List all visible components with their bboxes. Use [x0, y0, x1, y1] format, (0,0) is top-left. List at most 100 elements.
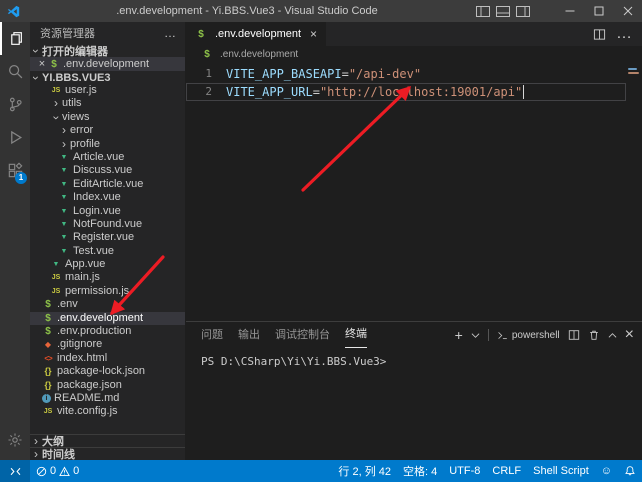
tree-item-.gitignore[interactable]: ◆.gitignore [30, 338, 185, 351]
close-panel-icon[interactable]: × [625, 326, 634, 344]
tree-item-.env.production[interactable]: $.env.production [30, 325, 185, 338]
tree-item-Discuss.vue[interactable]: ▼Discuss.vue [30, 164, 185, 177]
title-bar: .env.development - Yi.BBS.Vue3 - Visual … [0, 0, 642, 22]
close-icon[interactable]: × [36, 58, 48, 70]
tree-item-label: App.vue [65, 258, 105, 271]
kill-terminal-trash-icon[interactable] [588, 329, 600, 341]
error-count: 0 [50, 465, 56, 477]
vue-icon: ▼ [58, 191, 70, 204]
terminal-profile-powershell[interactable]: powershell [497, 330, 560, 341]
breadcrumb[interactable]: $ .env.development [186, 46, 642, 62]
code-editor[interactable]: 1VITE_APP_BASEAPI="/api-dev"2VITE_APP_UR… [186, 62, 642, 321]
code-token: VITE_APP_URL [226, 83, 313, 101]
panel-tab-终端[interactable]: 终端 [345, 322, 367, 348]
tree-item-Login.vue[interactable]: ▼Login.vue [30, 205, 185, 218]
tree-item-README.md[interactable]: iREADME.md [30, 392, 185, 405]
tab-label: .env.development [215, 28, 301, 40]
encoding[interactable]: UTF-8 [443, 465, 486, 477]
split-editor-icon[interactable] [593, 28, 606, 41]
run-debug-icon[interactable] [0, 121, 30, 154]
tree-item-NotFound.vue[interactable]: ▼NotFound.vue [30, 218, 185, 231]
settings-gear-icon[interactable] [0, 423, 30, 456]
divider [488, 329, 489, 341]
tree-item-utils[interactable]: ›utils [30, 97, 185, 110]
tree-item-label: permission.js [65, 285, 129, 298]
eol-sequence[interactable]: CRLF [486, 465, 527, 477]
activity-bar: 1 [0, 22, 30, 460]
code-token: VITE_APP_BASEAPI [226, 65, 342, 83]
maximize-button[interactable] [584, 0, 613, 22]
close-button[interactable] [613, 0, 642, 22]
maximize-panel-chevron-up-icon[interactable] [608, 332, 617, 339]
tree-item-Index.vue[interactable]: ▼Index.vue [30, 191, 185, 204]
tree-item-Register.vue[interactable]: ▼Register.vue [30, 231, 185, 244]
tree-item-label: EditArticle.vue [73, 178, 143, 191]
vue-icon: ▼ [58, 218, 70, 231]
tree-item-label: Discuss.vue [73, 164, 132, 177]
cursor-position[interactable]: 行 2, 列 42 [332, 463, 397, 479]
warning-count: 0 [73, 465, 79, 477]
sidebar-explorer: 资源管理器 … › 打开的编辑器 × $ .env.development › … [30, 22, 186, 460]
new-terminal-icon[interactable]: + [455, 328, 463, 342]
split-terminal-icon[interactable] [568, 329, 580, 341]
tree-item-label: package-lock.json [57, 365, 145, 378]
minimize-button[interactable] [555, 0, 584, 22]
tree-item-Test.vue[interactable]: ▼Test.vue [30, 245, 185, 258]
open-editors-section-header[interactable]: › 打开的编辑器 [30, 44, 185, 57]
tree-item-profile[interactable]: ›profile [30, 138, 185, 151]
tree-item-.env.development[interactable]: $.env.development [30, 312, 185, 325]
timeline-section-header[interactable]: › 时间线 [30, 447, 185, 460]
remote-indicator[interactable] [0, 460, 30, 482]
open-editor-item[interactable]: × $ .env.development [30, 57, 185, 71]
terminal-output[interactable]: PS D:\CSharp\Yi\Yi.BBS.Vue3> [186, 348, 642, 460]
tree-item-vite.config.js[interactable]: JSvite.config.js [30, 405, 185, 418]
editor-more-actions-icon[interactable]: … [616, 25, 632, 43]
panel-tab-输出[interactable]: 输出 [238, 323, 260, 348]
feedback-smiley-icon[interactable]: ☺ [595, 465, 618, 477]
tree-item-EditArticle.vue[interactable]: ▼EditArticle.vue [30, 178, 185, 191]
panel-tab-调试控制台[interactable]: 调试控制台 [275, 323, 330, 348]
tree-item-package.json[interactable]: {}package.json [30, 379, 185, 392]
explorer-icon[interactable] [0, 22, 30, 55]
tree-item-label: index.html [57, 352, 107, 365]
titlebar-controls [473, 0, 642, 22]
tree-item-App.vue[interactable]: ▼App.vue [30, 258, 185, 271]
indentation[interactable]: 空格: 4 [397, 463, 443, 479]
extensions-icon[interactable]: 1 [0, 154, 30, 187]
layout-secondary-sidebar-icon[interactable] [513, 0, 533, 22]
problems-status[interactable]: 0 0 [30, 465, 85, 477]
sidebar-title: 资源管理器 [40, 25, 95, 41]
close-icon[interactable]: × [310, 27, 317, 41]
panel-tab-问题[interactable]: 问题 [201, 323, 223, 348]
tree-item-views[interactable]: ›views [30, 111, 185, 124]
tree-item-.env[interactable]: $.env [30, 298, 185, 311]
vue-icon: ▼ [58, 231, 70, 244]
tree-item-user.js[interactable]: JSuser.js [30, 84, 185, 97]
chevron-down-icon[interactable] [471, 332, 480, 339]
js-icon: JS [42, 405, 54, 418]
minimap[interactable] [628, 66, 640, 76]
tree-item-main.js[interactable]: JSmain.js [30, 271, 185, 284]
more-actions-icon[interactable]: … [164, 26, 177, 40]
code-line-2[interactable]: 2VITE_APP_URL="http://localhost:19001/ap… [186, 83, 626, 101]
tree-item-permission.js[interactable]: JSpermission.js [30, 285, 185, 298]
search-icon[interactable] [0, 55, 30, 88]
chevron-right-icon: › [50, 97, 62, 110]
tree-item-label: .gitignore [57, 338, 102, 351]
tab-env-development[interactable]: $ .env.development × [186, 22, 326, 46]
tree-item-error[interactable]: ›error [30, 124, 185, 137]
source-control-icon[interactable] [0, 88, 30, 121]
project-section-header[interactable]: › YI.BBS.VUE3 [30, 71, 185, 84]
open-editor-label: .env.development [63, 58, 149, 70]
vscode-window: .env.development - Yi.BBS.Vue3 - Visual … [0, 0, 642, 482]
tree-item-Article.vue[interactable]: ▼Article.vue [30, 151, 185, 164]
extensions-badge: 1 [15, 172, 27, 184]
language-mode[interactable]: Shell Script [527, 465, 595, 477]
layout-sidebar-icon[interactable] [473, 0, 493, 22]
layout-panel-icon[interactable] [493, 0, 513, 22]
notifications-bell-icon[interactable] [618, 465, 642, 477]
code-line-1[interactable]: 1VITE_APP_BASEAPI="/api-dev" [186, 65, 626, 83]
tree-item-index.html[interactable]: <>index.html [30, 352, 185, 365]
tree-item-package-lock.json[interactable]: {}package-lock.json [30, 365, 185, 378]
vue-icon: ▼ [58, 178, 70, 191]
